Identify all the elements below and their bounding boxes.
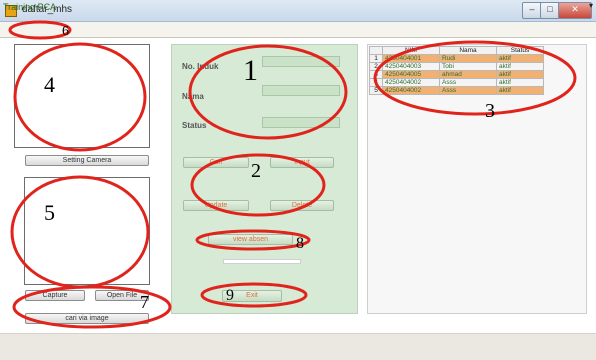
close-button[interactable]: ✕ (558, 2, 592, 19)
column-header-index (369, 46, 383, 55)
progress-bar (223, 259, 301, 264)
nama-cell[interactable]: Asss (439, 78, 497, 87)
column-header-status[interactable]: Status (496, 46, 544, 55)
nama-cell[interactable]: Rudi (439, 54, 497, 63)
status-field[interactable] (262, 117, 340, 128)
table-row[interactable]: 5 4250404002 Asss aktif (369, 86, 544, 95)
table-row[interactable]: 4 4250404002 Asss aktif (369, 78, 544, 87)
update-button[interactable]: Update (183, 200, 249, 211)
row-index: 2 (369, 62, 383, 71)
setting-camera-button[interactable]: Setting Camera (25, 155, 149, 166)
table-row[interactable]: 2 4250404003 Tobi aktif (369, 62, 544, 71)
status-cell[interactable]: aktif (496, 86, 544, 95)
nim-cell[interactable]: 4250404001 (382, 54, 440, 63)
column-header-nama[interactable]: Nama (439, 46, 497, 55)
status-label: Status (182, 121, 207, 130)
row-index: 3 (369, 70, 383, 79)
table-row[interactable]: 3 4250404005 ahmad aktif (369, 70, 544, 79)
nim-label: No. Induk (182, 62, 219, 71)
maximize-button[interactable]: □ (540, 2, 560, 19)
student-table: NIM Nama Status 1 4250404001 Rudi aktif … (369, 46, 544, 95)
nim-field[interactable] (262, 56, 340, 67)
nama-cell[interactable]: Asss (439, 86, 497, 95)
row-index: 1 (369, 54, 383, 63)
menu-bar (0, 22, 596, 38)
nama-cell[interactable]: Tobi (439, 62, 497, 71)
status-cell[interactable]: aktif (496, 70, 544, 79)
capture-button[interactable]: Capture (25, 290, 85, 301)
camera-preview (14, 44, 150, 148)
row-index: 4 (369, 78, 383, 87)
input-button[interactable]: Input (270, 157, 334, 168)
window-controls: – □ ✕ (522, 2, 592, 19)
exit-button[interactable]: Exit (222, 290, 282, 302)
nim-cell[interactable]: 4250404005 (382, 70, 440, 79)
open-file-button[interactable]: Open File (95, 290, 149, 301)
table-row[interactable]: 1 4250404001 Rudi aktif (369, 54, 544, 63)
nama-cell[interactable]: ahmad (439, 70, 497, 79)
captured-image-preview (24, 177, 150, 285)
status-cell[interactable]: aktif (496, 62, 544, 71)
chevron-down-icon[interactable]: ▾ (589, 1, 593, 10)
column-header-nim[interactable]: NIM (382, 46, 440, 55)
nim-cell[interactable]: 4250404002 (382, 86, 440, 95)
nama-field[interactable] (262, 85, 340, 96)
delete-button[interactable]: Delete (270, 200, 334, 211)
nim-cell[interactable]: 4250404002 (382, 78, 440, 87)
title-bar (0, 0, 596, 22)
nama-label: Nama (182, 92, 204, 101)
nim-cell[interactable]: 4250404003 (382, 62, 440, 71)
cari-button[interactable]: Cari (183, 157, 249, 168)
view-absen-button[interactable]: view absen (208, 234, 293, 245)
menu-item-training-pca[interactable]: Training PCA (3, 2, 56, 12)
search-via-image-button[interactable]: cari via image (25, 313, 149, 324)
table-header-row: NIM Nama Status (369, 46, 544, 55)
row-index: 5 (369, 86, 383, 95)
status-cell[interactable]: aktif (496, 78, 544, 87)
status-strip (0, 333, 596, 360)
minimize-button[interactable]: – (522, 2, 542, 19)
status-cell[interactable]: aktif (496, 54, 544, 63)
